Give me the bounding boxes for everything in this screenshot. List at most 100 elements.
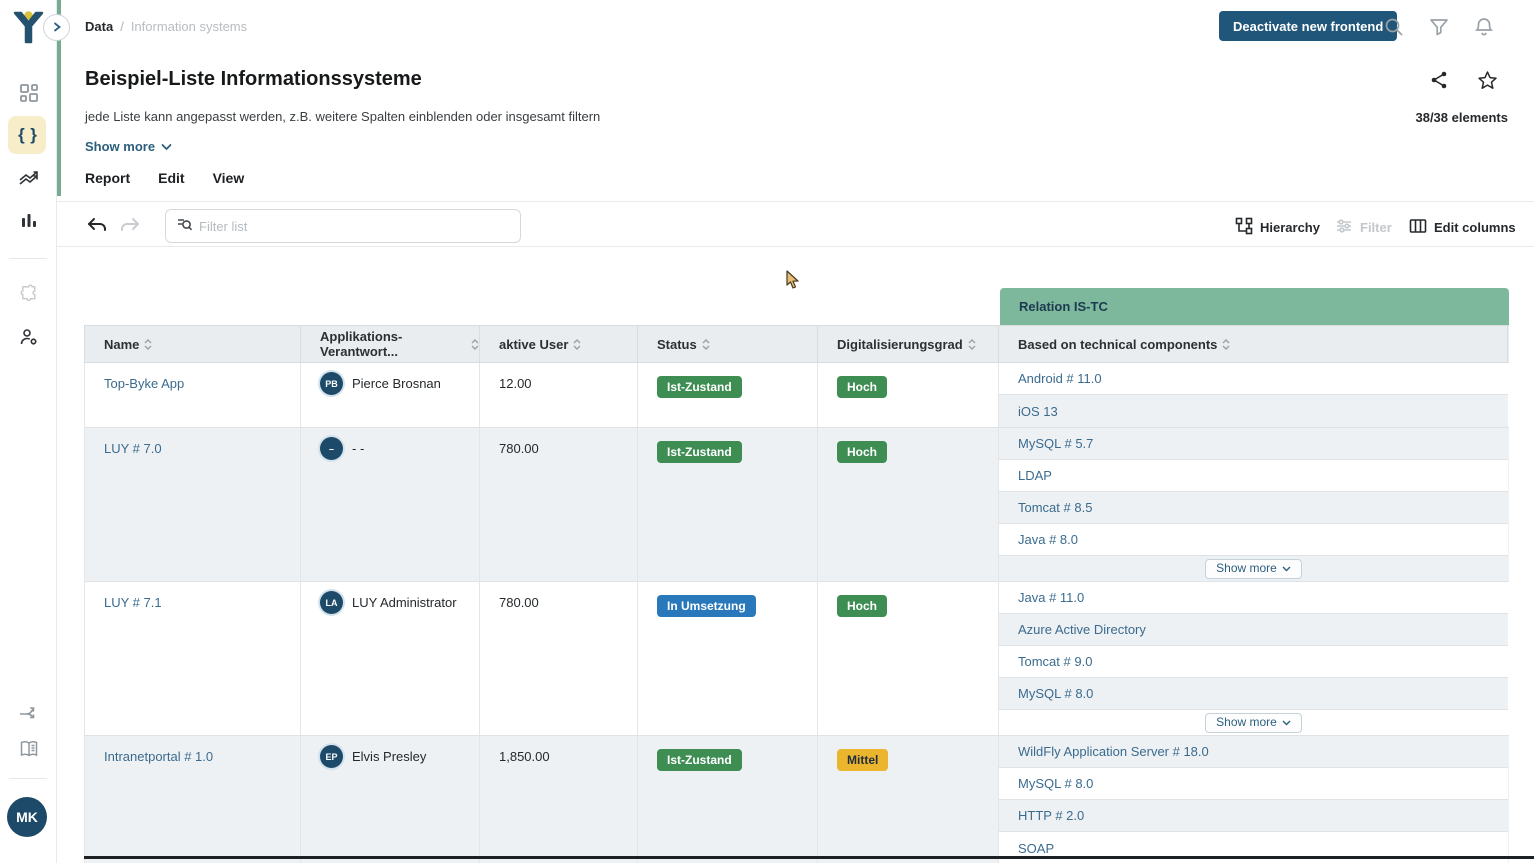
component-link[interactable]: Tomcat # 9.0 bbox=[1018, 654, 1092, 669]
cell-digitalisierungsgrad: Hoch bbox=[818, 582, 999, 735]
sidebar-divider bbox=[9, 258, 47, 259]
column-header-name[interactable]: Name bbox=[84, 326, 301, 362]
group-header-spacer bbox=[84, 288, 1000, 325]
share-icon[interactable] bbox=[1429, 70, 1449, 90]
cell-name: Intranetportal # 1.0 bbox=[84, 736, 301, 863]
cell-active-users: 780.00 bbox=[480, 582, 638, 735]
filter-search-icon bbox=[176, 216, 193, 236]
cell-owner: LALUY Administrator bbox=[301, 582, 480, 735]
sort-icon[interactable] bbox=[573, 339, 581, 350]
sidebar-item-charts[interactable] bbox=[0, 202, 57, 240]
sidebar-item-documentation[interactable] bbox=[0, 730, 57, 768]
component-subrow: Azure Active Directory bbox=[999, 614, 1508, 646]
sidebar-item-plugins[interactable] bbox=[0, 274, 57, 312]
hierarchy-button[interactable]: Hierarchy bbox=[1235, 215, 1320, 239]
components-show-more-button[interactable]: Show more bbox=[1205, 713, 1302, 733]
cell-components: WildFly Application Server # 18.0 MySQL … bbox=[999, 736, 1508, 863]
favorite-star-icon[interactable] bbox=[1477, 70, 1497, 90]
column-header-digitalisierungsgrad[interactable]: Digitalisierungsgrad bbox=[818, 326, 999, 362]
chevron-down-icon bbox=[1282, 715, 1291, 729]
sort-icon[interactable] bbox=[702, 339, 710, 350]
edit-columns-button[interactable]: Edit columns bbox=[1409, 215, 1516, 239]
grad-badge: Hoch bbox=[837, 376, 887, 398]
owner-name: Pierce Brosnan bbox=[352, 373, 441, 391]
component-link[interactable]: LDAP bbox=[1018, 468, 1052, 483]
sliders-icon bbox=[1335, 217, 1353, 238]
component-link[interactable]: HTTP # 2.0 bbox=[1018, 808, 1084, 823]
filter-list-input[interactable] bbox=[199, 219, 510, 234]
sidebar-item-reports[interactable] bbox=[0, 159, 57, 197]
show-more-toggle[interactable]: Show more bbox=[85, 139, 172, 154]
component-link[interactable]: MySQL # 8.0 bbox=[1018, 776, 1093, 791]
component-link[interactable]: Java # 11.0 bbox=[1018, 590, 1084, 605]
sort-icon[interactable] bbox=[144, 339, 152, 350]
component-link[interactable]: Azure Active Directory bbox=[1018, 622, 1146, 637]
chevron-down-icon bbox=[1282, 561, 1291, 575]
breadcrumb-data[interactable]: Data bbox=[85, 19, 113, 34]
sidebar-item-user-admin[interactable] bbox=[0, 318, 57, 356]
global-filter-icon[interactable] bbox=[1428, 16, 1450, 38]
owner-avatar: – bbox=[320, 437, 343, 460]
component-link[interactable]: MySQL # 5.7 bbox=[1018, 436, 1093, 451]
cell-status: Ist-Zustand bbox=[638, 736, 818, 863]
deactivate-frontend-button[interactable]: Deactivate new frontend bbox=[1219, 11, 1397, 41]
component-link[interactable]: SOAP bbox=[1018, 841, 1054, 856]
owner-avatar: LA bbox=[320, 591, 343, 614]
column-header-active-users[interactable]: aktive User bbox=[480, 326, 638, 362]
redo-button[interactable] bbox=[118, 215, 144, 239]
component-link[interactable]: iOS 13 bbox=[1018, 404, 1058, 419]
component-subrow: iOS 13 bbox=[999, 395, 1508, 427]
hierarchy-icon bbox=[1235, 217, 1253, 238]
component-link[interactable]: Android # 11.0 bbox=[1018, 371, 1102, 386]
component-subrow: Tomcat # 8.5 bbox=[999, 492, 1508, 524]
filter-list-field[interactable] bbox=[165, 209, 521, 243]
name-link[interactable]: Intranetportal # 1.0 bbox=[104, 749, 213, 764]
components-show-more-button[interactable]: Show more bbox=[1205, 559, 1302, 579]
sidebar-item-data[interactable]: { } bbox=[0, 116, 57, 154]
column-header-based-on-technical-components[interactable]: Based on technical components bbox=[999, 326, 1508, 362]
menu-edit[interactable]: Edit bbox=[158, 170, 184, 186]
sort-icon[interactable] bbox=[1222, 339, 1230, 350]
component-subrow: HTTP # 2.0 bbox=[999, 800, 1508, 832]
table-row[interactable]: Top-Byke App PBPierce Brosnan 12.00 Ist-… bbox=[84, 363, 1509, 428]
group-header-relation-is-tc: Relation IS-TC bbox=[1000, 288, 1509, 325]
owner-name: Elvis Presley bbox=[352, 746, 426, 764]
component-link[interactable]: WildFly Application Server # 18.0 bbox=[1018, 744, 1209, 759]
sidebar-item-dashboard[interactable] bbox=[0, 74, 57, 112]
sidebar-expand-button[interactable] bbox=[43, 14, 70, 41]
filter-label: Filter bbox=[1360, 220, 1392, 235]
sort-icon[interactable] bbox=[968, 339, 976, 350]
elements-count: 38/38 elements bbox=[1415, 110, 1508, 125]
component-link[interactable]: Java # 8.0 bbox=[1018, 532, 1078, 547]
component-link[interactable]: MySQL # 8.0 bbox=[1018, 686, 1093, 701]
component-subrow: Java # 8.0 bbox=[999, 524, 1508, 556]
sort-icon[interactable] bbox=[471, 339, 479, 350]
notification-bell-icon[interactable] bbox=[1473, 16, 1495, 38]
avatar-initials: MK bbox=[16, 809, 38, 825]
sidebar-item-integrations[interactable] bbox=[0, 691, 57, 729]
undo-button[interactable] bbox=[85, 215, 111, 239]
section-divider-top bbox=[57, 201, 1534, 202]
filter-button[interactable]: Filter bbox=[1335, 215, 1392, 239]
sidebar-divider-bottom bbox=[9, 778, 47, 779]
status-badge: Ist-Zustand bbox=[657, 376, 742, 398]
name-link[interactable]: LUY # 7.1 bbox=[104, 595, 162, 610]
search-icon[interactable] bbox=[1383, 16, 1405, 38]
column-header-status[interactable]: Status bbox=[638, 326, 818, 362]
table-row[interactable]: Intranetportal # 1.0 EPElvis Presley 1,8… bbox=[84, 736, 1509, 863]
column-header-owner[interactable]: Applikations-Verantwort... bbox=[301, 326, 480, 362]
luy-logo-icon[interactable] bbox=[11, 9, 46, 50]
table-row[interactable]: LUY # 7.0 –- - 780.00 Ist-Zustand Hoch M… bbox=[84, 428, 1509, 582]
cell-name: LUY # 7.0 bbox=[84, 428, 301, 581]
menu-view[interactable]: View bbox=[213, 170, 245, 186]
name-link[interactable]: LUY # 7.0 bbox=[104, 441, 162, 456]
breadcrumb: Data / Information systems bbox=[85, 19, 247, 34]
section-divider-bottom bbox=[57, 246, 1534, 247]
table-row[interactable]: LUY # 7.1 LALUY Administrator 780.00 In … bbox=[84, 582, 1509, 736]
name-link[interactable]: Top-Byke App bbox=[104, 376, 184, 391]
component-link[interactable]: Tomcat # 8.5 bbox=[1018, 500, 1092, 515]
puzzle-piece-icon bbox=[19, 283, 39, 303]
cell-components: MySQL # 5.7 LDAP Tomcat # 8.5 Java # 8.0… bbox=[999, 428, 1508, 581]
menu-report[interactable]: Report bbox=[85, 170, 130, 186]
user-avatar[interactable]: MK bbox=[7, 797, 47, 837]
